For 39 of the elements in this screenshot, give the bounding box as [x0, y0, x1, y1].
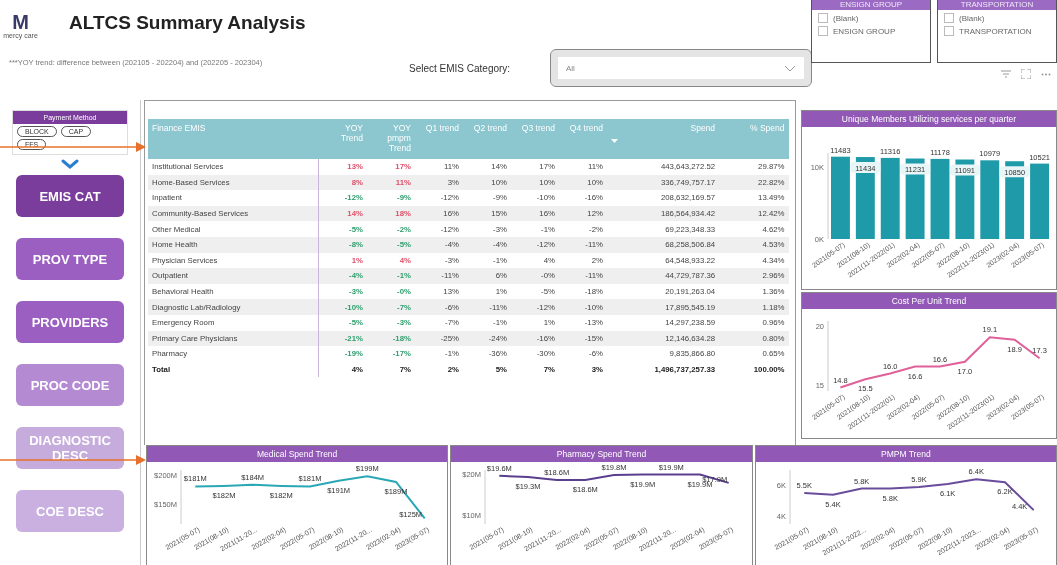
checkbox[interactable]: [944, 26, 954, 36]
chart-title: Cost Per Unit Trend: [802, 293, 1056, 309]
column-header[interactable]: Q1 trend: [414, 119, 463, 159]
column-header[interactable]: Q2 trend: [462, 119, 511, 159]
column-header[interactable]: % Spend: [719, 119, 789, 159]
slicer-title: ENSIGN GROUP: [812, 0, 930, 10]
slicer-option[interactable]: (Blank): [833, 13, 859, 23]
sort-icon[interactable]: [610, 139, 618, 143]
column-header[interactable]: Q4 trend: [558, 119, 607, 159]
chart-title: Medical Spend Trend: [147, 446, 448, 462]
slicer-option[interactable]: ENSIGN GROUP: [833, 26, 896, 36]
filter-icon[interactable]: [1001, 70, 1011, 78]
nav-button[interactable]: PROV TYPE: [16, 238, 124, 280]
nav-button[interactable]: PROC CODE: [16, 364, 124, 406]
slicer-option[interactable]: TRANSPORTATION: [959, 26, 1032, 36]
chevron-down-icon: [61, 159, 79, 169]
slicer-title: TRANSPORTATION: [938, 0, 1056, 10]
chart-title: PMPM Trend: [755, 446, 1056, 462]
report-title: ALTCS Summary Analysis: [69, 12, 307, 34]
nav-button[interactable]: PROVIDERS: [16, 301, 124, 343]
category-dropdown[interactable]: All: [551, 50, 811, 86]
column-header[interactable]: YOY pmpm Trend: [366, 119, 415, 159]
column-header[interactable]: Finance EMIS: [148, 119, 319, 159]
chart-title: Unique Members Utilizing services per quarter: [802, 111, 1056, 127]
chevron-down-icon: [784, 64, 796, 72]
checkbox[interactable]: [818, 26, 828, 36]
checkbox[interactable]: [818, 13, 828, 23]
category-label: Select EMIS Category:: [409, 62, 512, 74]
chart-title: Pharmacy Spend Trend: [451, 446, 752, 462]
nav-button[interactable]: EMIS CAT: [16, 175, 124, 217]
more-icon[interactable]: [1041, 72, 1051, 76]
slicer-option[interactable]: (Blank): [959, 13, 985, 23]
nav-button[interactable]: COE DESC: [16, 490, 124, 532]
column-header[interactable]: YOY Trend: [318, 119, 367, 159]
column-header[interactable]: Q3 trend: [510, 119, 559, 159]
column-header[interactable]: Spend: [606, 119, 720, 159]
focus-mode-icon[interactable]: [1021, 69, 1031, 79]
checkbox[interactable]: [944, 13, 954, 23]
logo-letter: M: [12, 12, 29, 32]
